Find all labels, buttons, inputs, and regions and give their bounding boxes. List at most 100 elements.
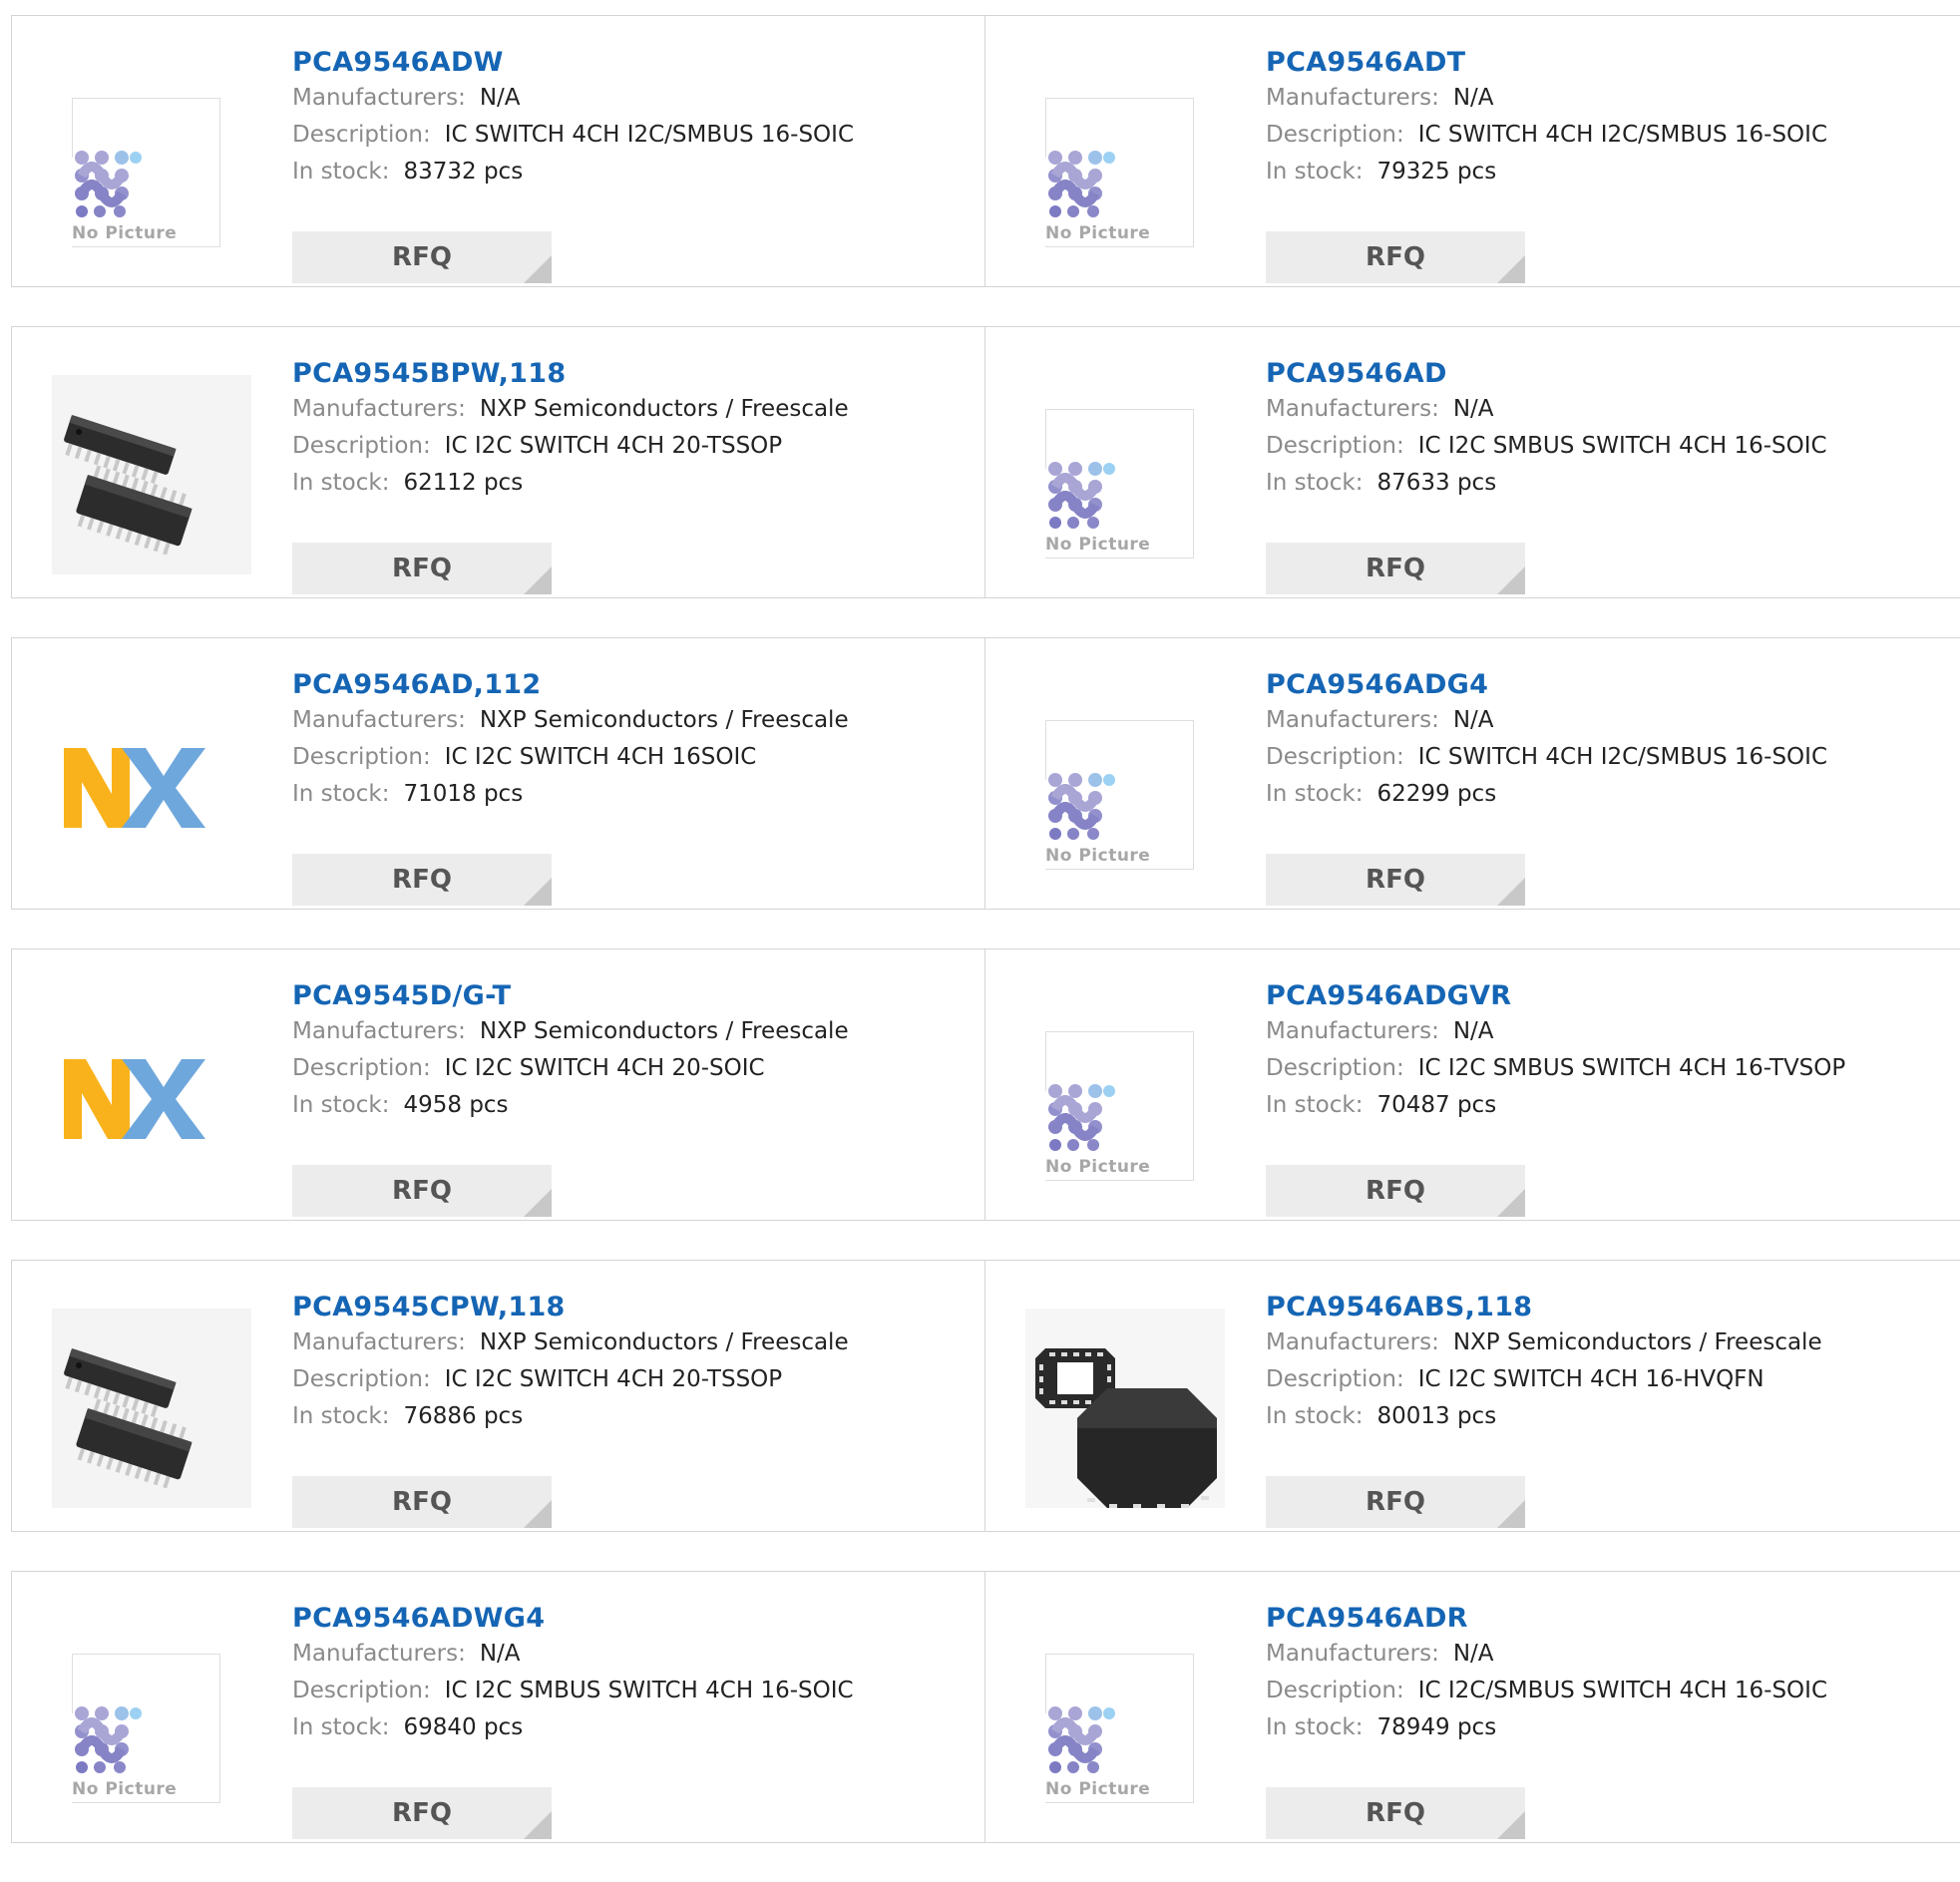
product-card: No Picture PCA9546ADW Manufacturers: N/A … bbox=[11, 15, 985, 287]
rfq-button[interactable]: RFQ bbox=[1266, 1787, 1525, 1839]
manufacturer-label: Manufacturers: bbox=[1266, 85, 1439, 111]
rfq-button-label: RFQ bbox=[1366, 865, 1425, 895]
product-title-link[interactable]: PCA9546ADW bbox=[292, 46, 504, 80]
description-line: Description: IC SWITCH 4CH I2C/SMBUS 16-S… bbox=[292, 117, 975, 154]
stock-label: In stock: bbox=[292, 159, 390, 185]
rfq-button[interactable]: RFQ bbox=[292, 231, 552, 283]
rfq-button-label: RFQ bbox=[392, 865, 452, 895]
manufacturer-value: NXP Semiconductors / Freescale bbox=[479, 396, 849, 422]
description-label: Description: bbox=[292, 433, 431, 459]
stock-label: In stock: bbox=[1266, 1092, 1364, 1118]
manufacturer-label: Manufacturers: bbox=[1266, 1018, 1439, 1044]
rfq-button[interactable]: RFQ bbox=[1266, 854, 1525, 906]
corner-triangle-icon bbox=[1497, 1189, 1525, 1217]
product-title-link[interactable]: PCA9546AD,112 bbox=[292, 668, 541, 702]
description-line: Description: IC I2C SWITCH 4CH 16SOIC bbox=[292, 739, 975, 776]
description-line: Description: IC I2C SWITCH 4CH 20-TSSOP bbox=[292, 428, 975, 465]
description-value: IC I2C SMBUS SWITCH 4CH 16-SOIC bbox=[444, 1678, 854, 1703]
product-card: No Picture PCA9546ADG4 Manufacturers: N/A… bbox=[984, 637, 1960, 910]
description-label: Description: bbox=[1266, 433, 1404, 459]
corner-triangle-icon bbox=[524, 1500, 552, 1528]
product-thumbnail[interactable]: No Picture bbox=[50, 1612, 259, 1821]
stock-value: 71018 pcs bbox=[403, 781, 524, 807]
stock-line: In stock: 87633 pcs bbox=[1266, 465, 1950, 502]
description-value: IC I2C SMBUS SWITCH 4CH 16-SOIC bbox=[1417, 433, 1827, 459]
product-title-link[interactable]: PCA9545BPW,118 bbox=[292, 357, 566, 391]
stock-value: 4958 pcs bbox=[403, 1092, 509, 1118]
manufacturer-line: Manufacturers: NXP Semiconductors / Frees… bbox=[292, 391, 975, 428]
product-thumbnail[interactable]: No Picture bbox=[1023, 989, 1233, 1199]
stock-line: In stock: 80013 pcs bbox=[1266, 1398, 1950, 1435]
rfq-button[interactable]: RFQ bbox=[292, 1165, 552, 1217]
product-thumbnail[interactable] bbox=[50, 1301, 259, 1510]
rfq-button[interactable]: RFQ bbox=[292, 1787, 552, 1839]
corner-triangle-icon bbox=[1497, 566, 1525, 594]
manufacturer-value: N/A bbox=[1452, 1641, 1494, 1667]
manufacturer-value: N/A bbox=[479, 1641, 521, 1667]
product-info: PCA9546ADWG4 Manufacturers: N/A Descripti… bbox=[292, 1602, 975, 1839]
description-label: Description: bbox=[1266, 122, 1404, 148]
manufacturer-line: Manufacturers: N/A bbox=[292, 1636, 975, 1673]
product-thumbnail[interactable] bbox=[50, 678, 259, 888]
rfq-button[interactable]: RFQ bbox=[292, 1476, 552, 1528]
corner-triangle-icon bbox=[1497, 1500, 1525, 1528]
description-line: Description: IC I2C SWITCH 4CH 20-SOIC bbox=[292, 1050, 975, 1087]
product-thumbnail[interactable] bbox=[1023, 1301, 1233, 1510]
description-value: IC I2C SWITCH 4CH 16SOIC bbox=[444, 744, 757, 770]
product-thumbnail[interactable] bbox=[50, 989, 259, 1199]
rfq-button[interactable]: RFQ bbox=[292, 854, 552, 906]
product-title-link[interactable]: PCA9546ADGVR bbox=[1266, 979, 1511, 1013]
rfq-button[interactable]: RFQ bbox=[292, 543, 552, 594]
no-picture-icon bbox=[1048, 462, 1115, 529]
manufacturer-label: Manufacturers: bbox=[1266, 707, 1439, 733]
product-thumbnail[interactable] bbox=[50, 367, 259, 576]
product-info: PCA9545CPW,118 Manufacturers: NXP Semicon… bbox=[292, 1291, 975, 1528]
product-thumbnail[interactable]: No Picture bbox=[1023, 678, 1233, 888]
no-picture-icon bbox=[1048, 1706, 1115, 1773]
rfq-button[interactable]: RFQ bbox=[1266, 231, 1525, 283]
no-picture-icon bbox=[1048, 1084, 1115, 1151]
product-row: PCA9545BPW,118 Manufacturers: NXP Semicon… bbox=[11, 326, 1960, 600]
product-thumbnail[interactable]: No Picture bbox=[50, 56, 259, 265]
description-label: Description: bbox=[1266, 744, 1404, 770]
product-title-link[interactable]: PCA9546ADR bbox=[1266, 1602, 1468, 1636]
manufacturer-line: Manufacturers: N/A bbox=[1266, 80, 1950, 117]
product-title-link[interactable]: PCA9546ADG4 bbox=[1266, 668, 1488, 702]
stock-value: 62299 pcs bbox=[1376, 781, 1497, 807]
product-title-link[interactable]: PCA9546ADT bbox=[1266, 46, 1465, 80]
product-info: PCA9545BPW,118 Manufacturers: NXP Semicon… bbox=[292, 357, 975, 594]
description-value: IC I2C SWITCH 4CH 20-TSSOP bbox=[444, 433, 783, 459]
product-card: PCA9545D/G-T Manufacturers: NXP Semicondu… bbox=[11, 948, 985, 1221]
rfq-button[interactable]: RFQ bbox=[1266, 1476, 1525, 1528]
description-value: IC SWITCH 4CH I2C/SMBUS 16-SOIC bbox=[444, 122, 854, 148]
product-card: No Picture PCA9546AD Manufacturers: N/A D… bbox=[984, 326, 1960, 598]
product-title-link[interactable]: PCA9546ABS,118 bbox=[1266, 1291, 1532, 1324]
rfq-button[interactable]: RFQ bbox=[1266, 543, 1525, 594]
product-thumbnail[interactable]: No Picture bbox=[1023, 367, 1233, 576]
stock-label: In stock: bbox=[292, 1092, 390, 1118]
manufacturer-line: Manufacturers: N/A bbox=[1266, 1013, 1950, 1050]
tssop-chip-image bbox=[52, 1309, 251, 1508]
description-line: Description: IC I2C SMBUS SWITCH 4CH 16-S… bbox=[292, 1673, 975, 1709]
stock-label: In stock: bbox=[1266, 470, 1364, 496]
product-title-link[interactable]: PCA9546ADWG4 bbox=[292, 1602, 545, 1636]
manufacturer-value: NXP Semiconductors / Freescale bbox=[479, 1329, 849, 1355]
product-title-link[interactable]: PCA9545D/G-T bbox=[292, 979, 511, 1013]
rfq-button[interactable]: RFQ bbox=[1266, 1165, 1525, 1217]
product-thumbnail[interactable]: No Picture bbox=[1023, 56, 1233, 265]
description-label: Description: bbox=[292, 1366, 431, 1392]
product-title-link[interactable]: PCA9545CPW,118 bbox=[292, 1291, 566, 1324]
manufacturer-value: N/A bbox=[1452, 85, 1494, 111]
product-title-link[interactable]: PCA9546AD bbox=[1266, 357, 1447, 391]
stock-line: In stock: 83732 pcs bbox=[292, 154, 975, 190]
no-picture-placeholder: No Picture bbox=[72, 1654, 221, 1803]
description-line: Description: IC I2C/SMBUS SWITCH 4CH 16-S… bbox=[1266, 1673, 1950, 1709]
corner-triangle-icon bbox=[524, 255, 552, 283]
product-card: PCA9546ABS,118 Manufacturers: NXP Semicon… bbox=[984, 1260, 1960, 1532]
manufacturer-label: Manufacturers: bbox=[292, 396, 466, 422]
no-picture-placeholder: No Picture bbox=[72, 98, 221, 247]
product-card: No Picture PCA9546ADR Manufacturers: N/A … bbox=[984, 1571, 1960, 1843]
no-picture-placeholder: No Picture bbox=[1045, 98, 1195, 247]
description-label: Description: bbox=[292, 122, 431, 148]
product-thumbnail[interactable]: No Picture bbox=[1023, 1612, 1233, 1821]
